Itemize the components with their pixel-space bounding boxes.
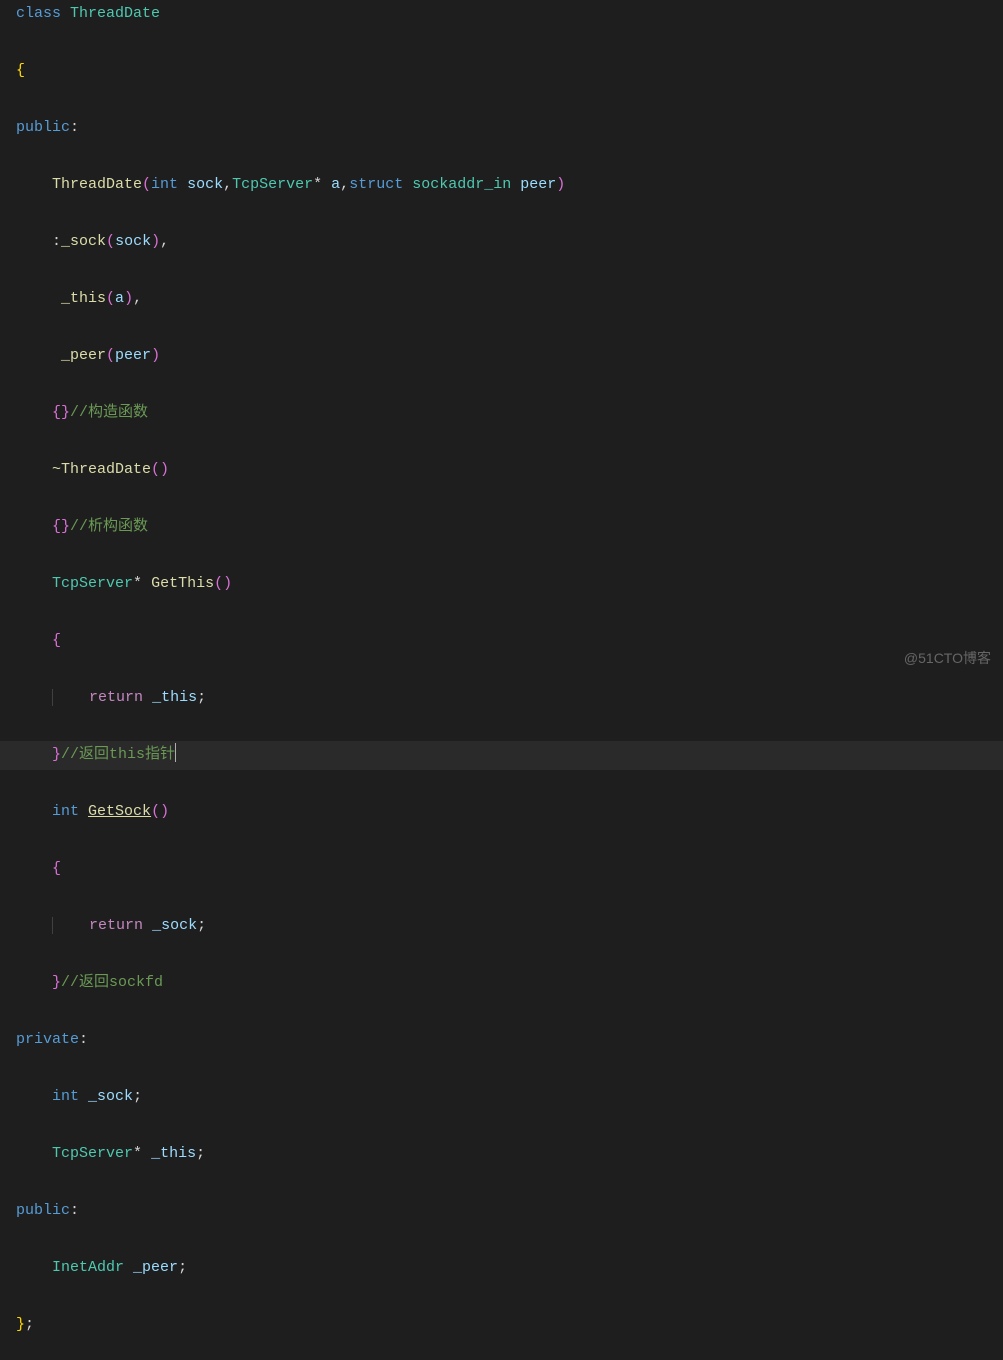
text-cursor — [175, 743, 176, 762]
code-line: class ThreadDate — [16, 0, 1003, 29]
code-line: }//返回sockfd — [16, 969, 1003, 998]
code-line: { — [16, 57, 1003, 86]
code-line: }; — [16, 1311, 1003, 1340]
code-editor[interactable]: class ThreadDate { public: ThreadDate(in… — [16, 0, 1003, 1360]
code-line: { — [16, 855, 1003, 884]
comment: //析构函数 — [70, 518, 148, 535]
keyword-public: public — [16, 119, 70, 136]
code-line: TcpServer* _this; — [16, 1140, 1003, 1169]
code-line-active: }//返回this指针 — [0, 741, 1003, 770]
class-name: ThreadDate — [70, 5, 160, 22]
code-line: int _sock; — [16, 1083, 1003, 1112]
code-line: public: — [16, 1197, 1003, 1226]
comment: //返回this指针 — [61, 746, 175, 763]
code-line: {}//构造函数 — [16, 399, 1003, 428]
keyword-private: private — [16, 1031, 79, 1048]
comment: //构造函数 — [70, 404, 148, 421]
brace-open: { — [16, 62, 25, 79]
code-line: {}//析构函数 — [16, 513, 1003, 542]
keyword-class: class — [16, 5, 61, 22]
code-line: ~ThreadDate() — [16, 456, 1003, 485]
code-line: int GetSock() — [16, 798, 1003, 827]
code-line: public: — [16, 114, 1003, 143]
method-name: GetThis — [151, 575, 214, 592]
code-line: private: — [16, 1026, 1003, 1055]
code-line: TcpServer* GetThis() — [16, 570, 1003, 599]
watermark: @51CTO博客 — [904, 644, 991, 673]
code-line: return _sock; — [16, 912, 1003, 941]
code-line: return _this; — [16, 684, 1003, 713]
code-line: _this(a), — [16, 285, 1003, 314]
brace-close: } — [16, 1316, 25, 1333]
constructor-name: ThreadDate — [52, 176, 142, 193]
destructor-name: ~ThreadDate — [52, 461, 151, 478]
code-line: ThreadDate(int sock,TcpServer* a,struct … — [16, 171, 1003, 200]
method-name: GetSock — [88, 803, 151, 820]
keyword-public: public — [16, 1202, 70, 1219]
code-line: :_sock(sock), — [16, 228, 1003, 257]
code-line: { — [16, 627, 1003, 656]
comment: //返回sockfd — [61, 974, 163, 991]
code-line: _peer(peer) — [16, 342, 1003, 371]
code-line: InetAddr _peer; — [16, 1254, 1003, 1283]
